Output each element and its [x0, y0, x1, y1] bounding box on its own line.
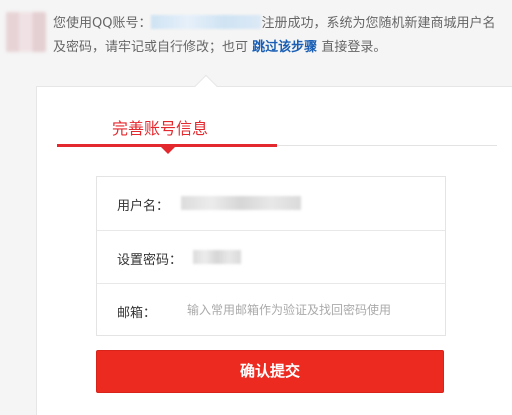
email-input[interactable]: [187, 298, 437, 322]
account-info-panel: 完善账号信息 用户名： 设置密码： 邮箱： 确认提交: [36, 86, 512, 415]
avatar: [6, 12, 46, 52]
username-label: 用户名：: [117, 199, 170, 214]
registration-notice: 您使用QQ账号： 注册成功，系统为您随机新建商城用户名 及密码，请牢记或自行修改；…: [0, 0, 512, 86]
notice-line2-text: 及密码，请牢记或自行修改；也可: [53, 40, 249, 55]
email-row: 邮箱：: [97, 283, 445, 336]
tab-caret-icon: [161, 147, 175, 154]
skip-step-link[interactable]: 跳过该步骤: [252, 40, 317, 55]
notice-text-before: 您使用QQ账号：: [53, 16, 152, 31]
password-field[interactable]: [193, 250, 241, 264]
confirm-submit-button[interactable]: 确认提交: [96, 350, 444, 393]
qq-account-masked: [151, 15, 262, 29]
account-form: 用户名： 设置密码： 邮箱：: [96, 176, 446, 336]
username-row: 用户名：: [97, 177, 445, 230]
notice-text-after: 注册成功，系统为您随机新建商城用户名: [261, 16, 496, 31]
username-field[interactable]: [181, 196, 301, 210]
notice-line2-tail: 直接登录。: [321, 40, 387, 55]
notice-line-1: 您使用QQ账号： 注册成功，系统为您随机新建商城用户名: [53, 15, 495, 33]
password-row: 设置密码：: [97, 230, 445, 283]
password-label: 设置密码：: [117, 253, 183, 268]
notice-line-2: 及密码，请牢记或自行修改；也可 跳过该步骤 直接登录。: [53, 39, 386, 57]
tab-complete-account-info[interactable]: 完善账号信息: [112, 115, 208, 139]
email-label: 邮箱：: [117, 306, 157, 321]
